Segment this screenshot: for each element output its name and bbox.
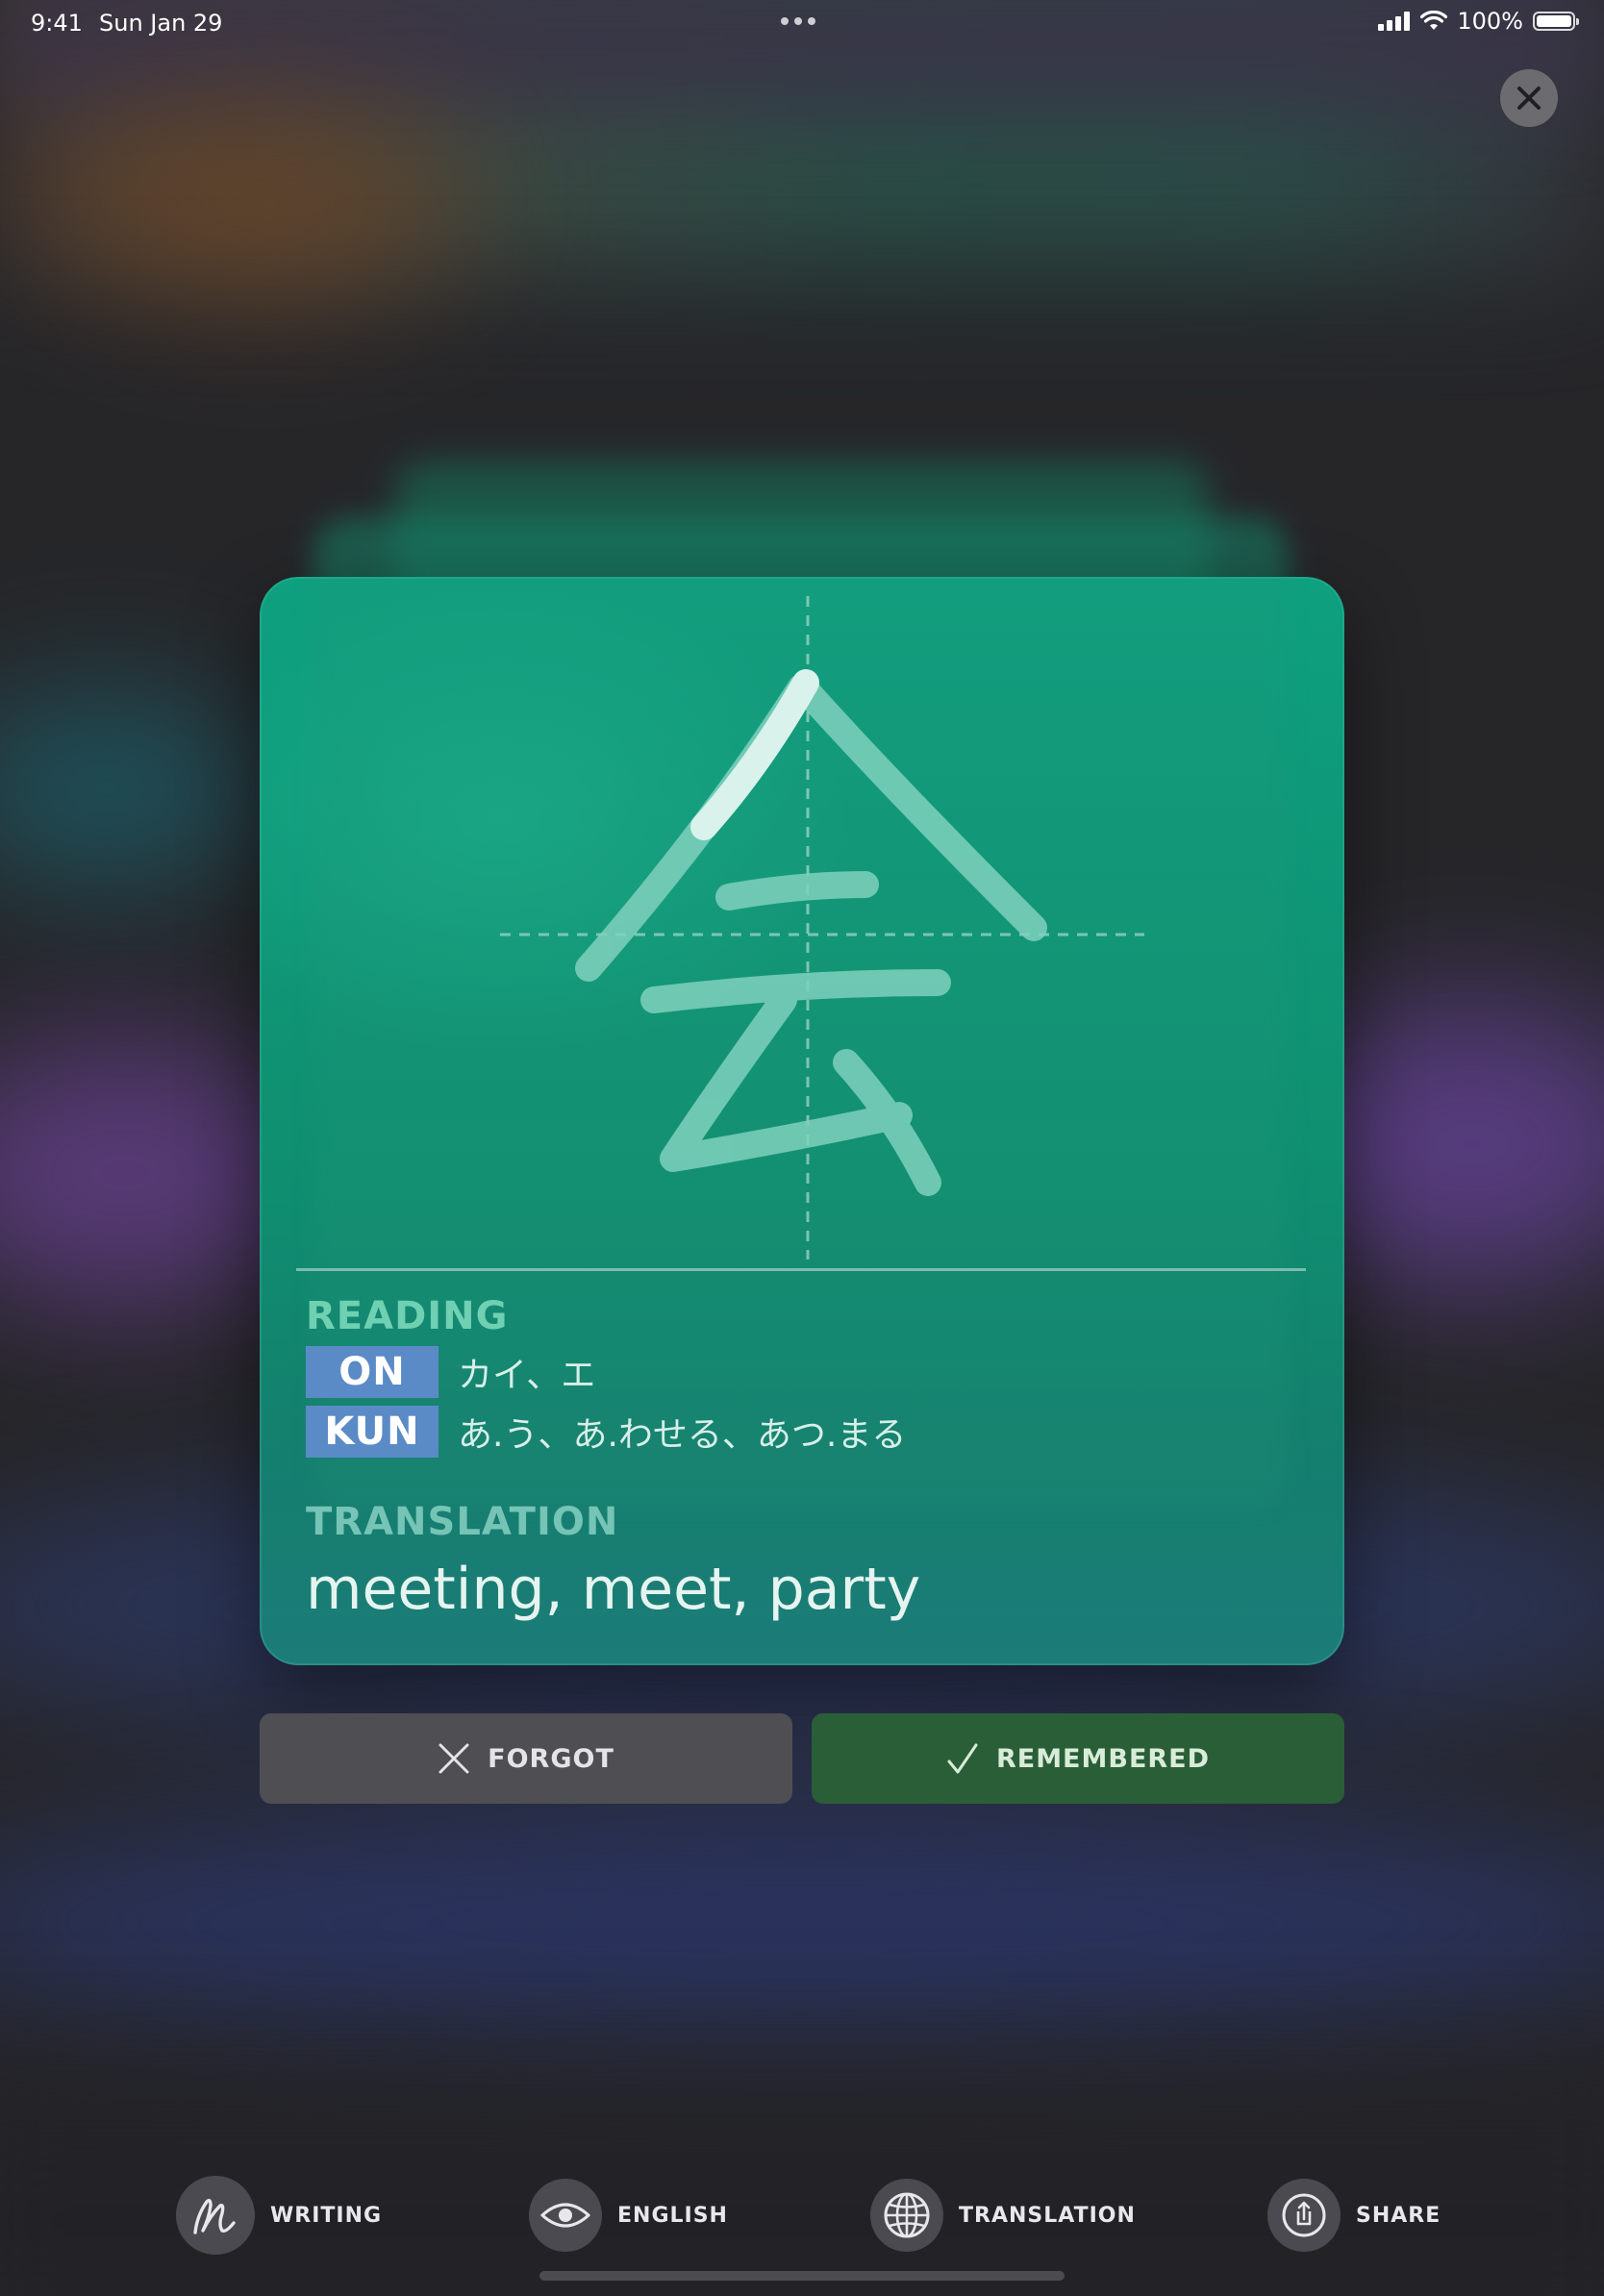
kun-reading: あ.う、あ.わせる、あつ.まる: [458, 1415, 907, 1455]
eye-icon: [540, 2203, 590, 2228]
background-glow-blue-lower: [0, 1808, 1604, 2038]
toolbar-share[interactable]: SHARE: [1267, 2177, 1441, 2254]
status-date: Sun Jan 29: [99, 10, 223, 37]
translation-toolbar-label: TRANSLATION: [959, 2203, 1136, 2228]
writing-label: WRITING: [270, 2203, 383, 2228]
multitasking-dots-icon[interactable]: [781, 17, 815, 25]
share-icon: [1282, 2193, 1326, 2237]
close-icon: [1517, 87, 1541, 110]
battery-icon: [1533, 12, 1579, 31]
toolbar-writing[interactable]: WRITING: [176, 2176, 383, 2255]
share-label: SHARE: [1356, 2203, 1441, 2228]
background-glow-teal: [0, 692, 269, 885]
on-reading: カイ、エ: [458, 1356, 596, 1395]
checkmark-icon: [947, 1743, 978, 1774]
status-bar: 9:41 Sun Jan 29 100%: [0, 0, 1604, 46]
toolbar-translation[interactable]: TRANSLATION: [870, 2177, 1136, 2254]
remembered-button[interactable]: REMEMBERED: [812, 1713, 1344, 1804]
background-glow-orange: [58, 106, 462, 298]
cellular-signal-icon: [1378, 12, 1411, 31]
card-divider: [296, 1268, 1306, 1271]
reading-label: READING: [306, 1294, 509, 1338]
forgot-label: FORGOT: [488, 1743, 614, 1774]
toolbar-english[interactable]: ENGLISH: [529, 2177, 728, 2254]
home-indicator[interactable]: [539, 2271, 1065, 2281]
wifi-icon: [1420, 11, 1448, 30]
translation-label: TRANSLATION: [306, 1500, 619, 1544]
battery-percent: 100%: [1457, 8, 1523, 35]
current-stroke-highlight: [690, 669, 819, 840]
kun-tag: KUN: [306, 1406, 439, 1458]
status-time: 9:41: [31, 10, 83, 37]
writing-icon: [193, 2198, 236, 2234]
status-indicators: 100%: [1378, 8, 1579, 35]
kun-reading-row: KUN あ.う、あ.わせる、あつ.まる: [306, 1406, 906, 1458]
kanji-flashcard[interactable]: READING ON カイ、エ KUN あ.う、あ.わせる、あつ.まる TRAN…: [260, 577, 1344, 1665]
on-reading-row: ON カイ、エ: [306, 1346, 595, 1398]
english-label: ENGLISH: [617, 2203, 728, 2228]
on-tag: ON: [306, 1346, 439, 1398]
stroke-3: [715, 871, 879, 911]
close-button[interactable]: [1500, 69, 1558, 127]
translation-text: meeting, meet, party: [306, 1556, 921, 1623]
forgot-button[interactable]: FORGOT: [260, 1713, 792, 1804]
remembered-label: REMEMBERED: [995, 1743, 1211, 1774]
kanji-stroke-drawing[interactable]: [471, 586, 1144, 1260]
globe-icon: [884, 2192, 930, 2238]
x-mark-icon: [439, 1743, 469, 1774]
